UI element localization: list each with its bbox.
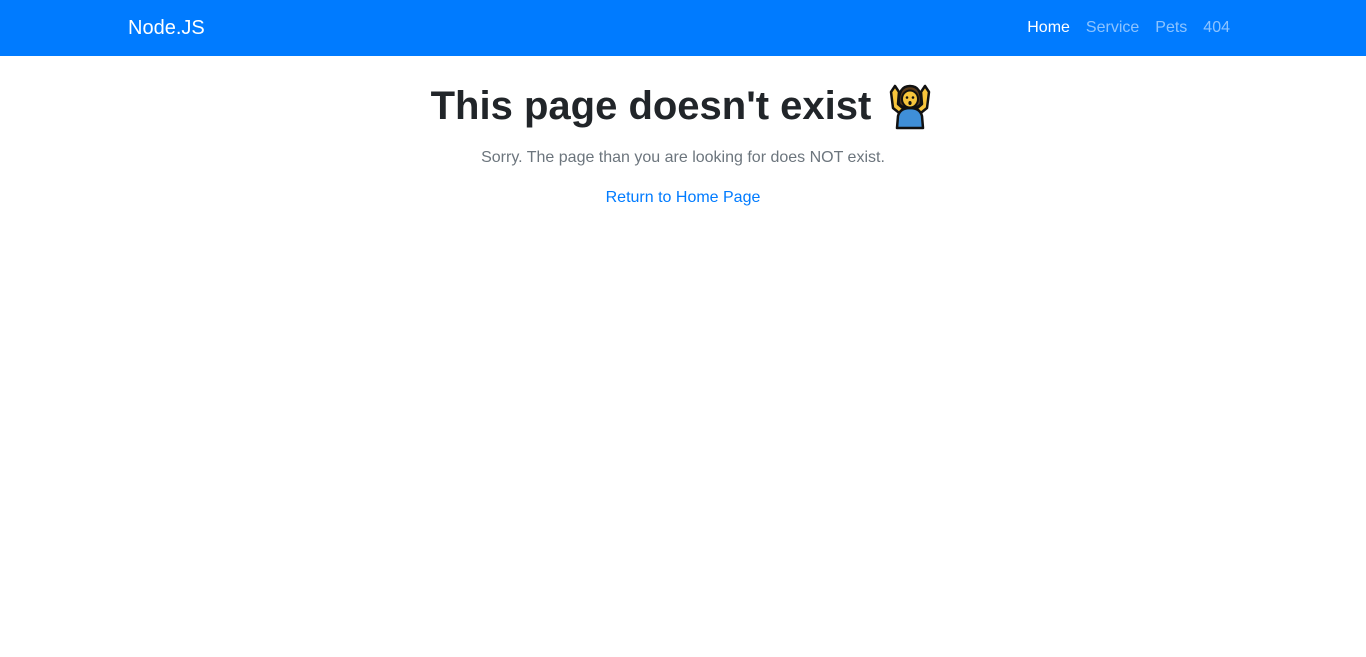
nav-link-service[interactable]: Service xyxy=(1078,16,1147,40)
navbar: Node.JS Home Service Pets 404 xyxy=(0,0,1366,56)
brand-link[interactable]: Node.JS xyxy=(128,15,205,41)
nav-link-home[interactable]: Home xyxy=(1019,16,1078,40)
main-content: This page doesn't exist Sorry. The page … xyxy=(0,56,1366,210)
person-shrugging-icon xyxy=(885,82,935,130)
page-title: This page doesn't exist xyxy=(430,84,872,128)
return-home-link[interactable]: Return to Home Page xyxy=(606,186,761,210)
nav-links: Home Service Pets 404 xyxy=(1019,0,1230,56)
error-message: Sorry. The page than you are looking for… xyxy=(481,149,885,166)
nav-link-pets[interactable]: Pets xyxy=(1147,16,1195,40)
title-row: This page doesn't exist xyxy=(0,80,1366,132)
nav-link-404[interactable]: 404 xyxy=(1195,16,1230,40)
